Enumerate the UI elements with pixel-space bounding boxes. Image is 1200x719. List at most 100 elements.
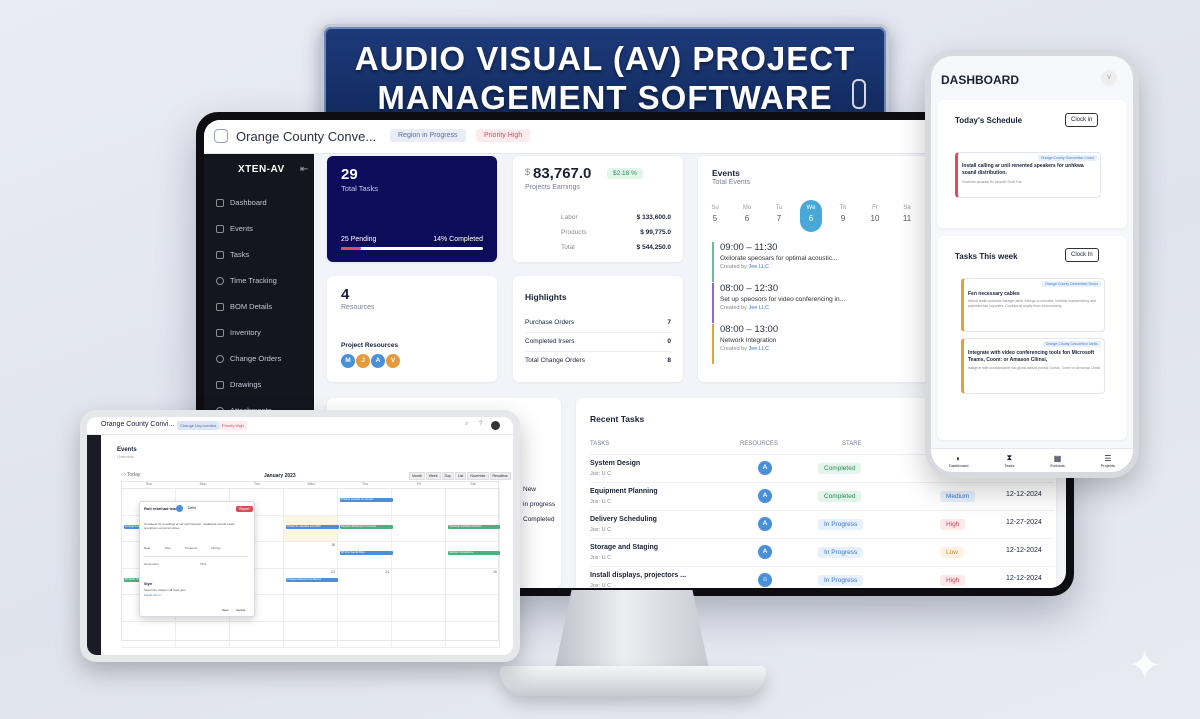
cancel-button[interactable]: Cancel <box>236 608 245 612</box>
creator-name[interactable]: Jee LLC <box>748 346 769 352</box>
calendar-cell[interactable] <box>230 621 284 648</box>
event-item[interactable]: 08:00 – 12:30 Set up speosors for video c… <box>712 283 924 323</box>
calendar-cell[interactable]: 24 <box>338 568 392 595</box>
calendar-event[interactable]: Oriargeo Dolaness Dto Bemed <box>286 577 338 582</box>
calendar-event[interactable]: Capauel rlinhuiosoe na Curnaur <box>340 524 393 529</box>
view-button[interactable]: Month <box>409 472 425 480</box>
calendar-cell[interactable] <box>338 595 392 622</box>
view-button[interactable]: Noverbee <box>467 472 489 480</box>
priority-badge: High <box>940 575 966 586</box>
calendar-cell[interactable] <box>122 621 176 648</box>
calendar-cell[interactable] <box>284 515 338 542</box>
calendar-cell[interactable] <box>392 542 446 569</box>
clock-in-button[interactable]: Clock in <box>1065 113 1099 127</box>
day-sa[interactable]: Sa 11 <box>896 200 918 232</box>
calendar-cell[interactable] <box>446 595 500 622</box>
calendar-event[interactable]: Capfixtor Sonagtionce <box>448 551 500 555</box>
avatar[interactable]: A <box>758 545 772 559</box>
creator-name[interactable]: Jee LLC <box>748 305 769 311</box>
calendar-cell[interactable] <box>284 489 338 516</box>
day-su[interactable]: Su 5 <box>704 200 726 232</box>
avatar[interactable] <box>491 421 500 430</box>
view-button[interactable]: List <box>454 472 467 480</box>
total-tasks-card[interactable]: 29 Total Tasks 25 Pending 14% Completed <box>327 156 497 262</box>
calendar-cell[interactable] <box>446 542 500 569</box>
avatar[interactable]: ☺ <box>758 573 772 587</box>
creator-name[interactable]: Jee LLC <box>748 264 769 270</box>
day-name: Fr <box>872 205 878 211</box>
calendar-event[interactable]: Untiled Ss mapaliso and MWC <box>286 524 339 529</box>
calendar-cell[interactable] <box>446 515 500 542</box>
day-mo[interactable]: Mo 6 <box>736 200 758 232</box>
table-row[interactable]: Storage and Staging Jox: U C A In Progress L… <box>590 538 1054 566</box>
day-number: 6 <box>744 214 750 223</box>
calendar-cell[interactable] <box>392 595 446 622</box>
table-row[interactable]: Equipment Planning Jox: U C A Completed Medi… <box>590 482 1054 510</box>
avatar[interactable]: A <box>758 489 772 503</box>
task-item[interactable]: Orange County Cesvention Dedor Fen neces… <box>961 278 1105 332</box>
day-tu[interactable]: Tu 7 <box>768 200 790 232</box>
calendar-cell[interactable] <box>338 489 392 516</box>
sidebar-item-change-orders[interactable]: Change Orders <box>216 354 281 363</box>
date-field[interactable] <box>144 552 248 557</box>
menu-icon[interactable] <box>214 129 228 143</box>
avatar[interactable]: A <box>758 517 772 531</box>
calendar-cell[interactable]: 23 <box>284 568 338 595</box>
view-button[interactable]: Day <box>441 472 454 480</box>
task-item[interactable]: Orange County Cesocrition Dedio Integrat… <box>961 338 1105 394</box>
sidebar-item-time-tracking[interactable]: Time Tracking <box>216 276 277 285</box>
day-fr[interactable]: Fr 10 <box>864 200 886 232</box>
sidebar-item-dashboard[interactable]: Dashboard <box>216 198 267 207</box>
event-item[interactable]: 09:00 – 11:30 Oxilorate speosars for opti… <box>712 242 924 282</box>
save-button[interactable]: Save <box>222 608 229 612</box>
calendar-event[interactable]: Oneill to sopuiloo mn Urnuter <box>340 498 393 502</box>
clock-in-button[interactable]: Clock In <box>1065 248 1099 262</box>
calendar-cell[interactable] <box>284 621 338 648</box>
avatar[interactable]: J <box>356 354 370 368</box>
nav-projects[interactable]: ☰ Projects <box>1101 454 1115 468</box>
calendar-event[interactable]: Coemetar Sorabiuncutustans <box>448 524 500 529</box>
nav-dashboard[interactable]: ◐ Dashboard <box>949 454 969 468</box>
search-icon[interactable]: ⌕ <box>465 421 468 428</box>
cell-date: 23 <box>331 569 335 574</box>
calendar-cell[interactable]: 26 <box>446 568 500 595</box>
avatar[interactable]: A <box>758 461 772 475</box>
schedule-item[interactable]: Orange County Oonvention Cndor Install c… <box>955 152 1101 198</box>
collapse-icon[interactable]: ⇤ <box>300 164 308 175</box>
day-th[interactable]: Th 9 <box>832 200 854 232</box>
calendar-cell[interactable] <box>338 515 392 542</box>
help-icon[interactable]: ? <box>479 421 482 427</box>
nav-tasks[interactable]: ⧗ Tasks <box>1004 453 1014 468</box>
view-button[interactable]: Week <box>425 472 441 480</box>
sidebar-item-drawings[interactable]: Drawings <box>216 380 261 389</box>
calendar-cell[interactable] <box>446 621 500 648</box>
calendar-event[interactable]: Mfl Qotr Sarelie Biote <box>340 551 393 555</box>
day-we[interactable]: We 6 <box>800 200 822 232</box>
calendar-cell[interactable]: 18 <box>284 542 338 569</box>
avatar[interactable]: A <box>371 354 385 368</box>
calendar-nav[interactable]: ‹ › Today <box>121 472 140 478</box>
nav-emblots[interactable]: ▦ Emblots <box>1050 454 1064 468</box>
calendar-cell[interactable] <box>446 489 500 516</box>
calendar-cell[interactable] <box>176 621 230 648</box>
calendar-cell[interactable] <box>338 542 392 569</box>
sidebar-item-tasks[interactable]: Tasks <box>216 250 249 259</box>
calendar-cell[interactable] <box>338 621 392 648</box>
calendar-cell[interactable] <box>392 621 446 648</box>
view-button[interactable]: Resolitios <box>489 472 511 480</box>
avatar[interactable]: V <box>1101 70 1117 86</box>
popup-link[interactable]: Gargh Grom <box>144 593 161 597</box>
avatar[interactable]: V <box>386 354 400 368</box>
table-row[interactable]: Delivery Scheduling Jox: U C A In Progress H… <box>590 510 1054 538</box>
table-row[interactable]: Install displays, projectors ... Jox: U C… <box>590 566 1054 588</box>
calendar-cell[interactable] <box>392 568 446 595</box>
sidebar-item-events[interactable]: Events <box>216 224 253 233</box>
event-item[interactable]: 08:00 – 13:00 Network Integration Created … <box>712 324 924 364</box>
calendar-cell[interactable] <box>284 595 338 622</box>
avatar[interactable]: M <box>341 354 355 368</box>
sidebar-item-bom[interactable]: BOM Details <box>216 302 272 311</box>
sidebar-item-inventory[interactable]: Inventory <box>216 328 261 337</box>
calendar-cell[interactable] <box>392 515 446 542</box>
report-button[interactable]: Report <box>236 506 253 512</box>
calendar-cell[interactable] <box>392 489 446 516</box>
